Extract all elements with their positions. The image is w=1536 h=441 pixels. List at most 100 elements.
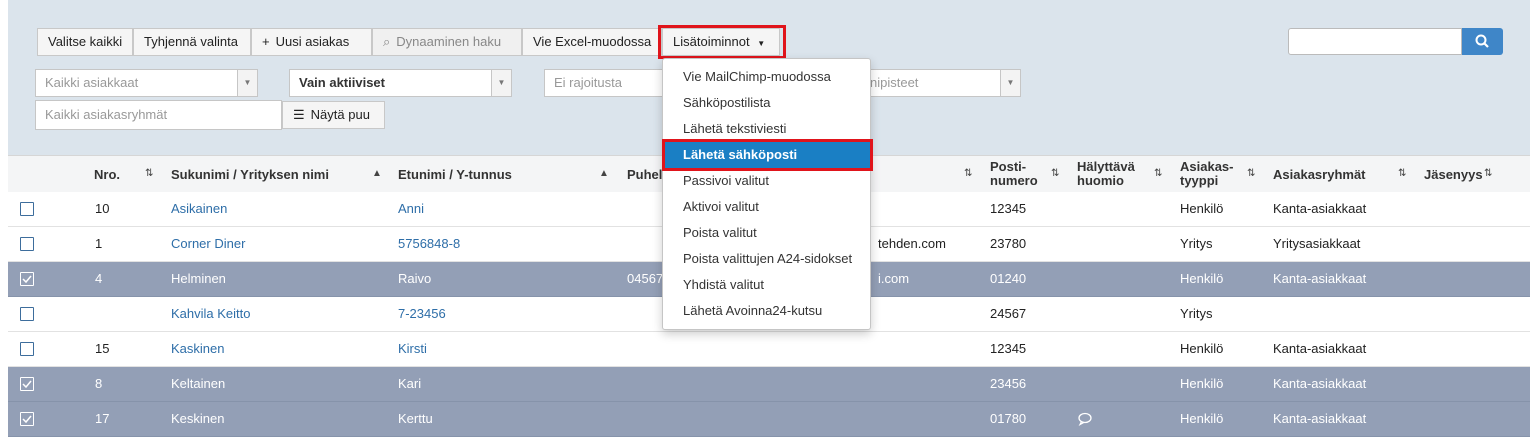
sort-icon[interactable]: ⇅ (1247, 168, 1255, 179)
row-checkbox-checked[interactable] (20, 272, 34, 286)
more-actions-dropdown: Vie MailChimp-muodossa Sähköpostilista L… (662, 58, 871, 330)
check-icon (22, 380, 32, 389)
cell-nro: 15 (95, 341, 110, 356)
sort-asc-icon[interactable]: ▲ (599, 168, 609, 179)
cell-surname-link[interactable]: Keskinen (171, 402, 224, 436)
customers-filter-value: Kaikki asiakkaat (45, 75, 139, 90)
menu-item-remove-a24-links[interactable]: Poista valittujen A24-sidokset (663, 246, 870, 272)
cell-nro: 1 (95, 236, 103, 251)
cell-postal: 12345 (990, 341, 1027, 356)
cell-type: Henkilö (1180, 411, 1224, 426)
send-email-highlight (662, 139, 873, 171)
row-checkbox-checked[interactable] (20, 412, 34, 426)
cell-type: Henkilö (1180, 271, 1224, 286)
cell-firstname-link[interactable]: 7-23456 (398, 297, 446, 331)
dynamic-search-button[interactable]: ⌕ Dynaaminen haku (372, 28, 522, 56)
sort-icon[interactable]: ⇅ (964, 168, 972, 179)
list-icon: ☰ (293, 107, 305, 122)
excel-export-button[interactable]: Vie Excel-muodossa (522, 28, 662, 56)
header-groups[interactable]: Asiakasryhmät (1273, 168, 1366, 182)
sort-asc-icon[interactable]: ▲ (372, 168, 382, 179)
row-checkbox[interactable] (20, 237, 34, 251)
header-alert[interactable]: Hälyttävä huomio (1077, 160, 1135, 188)
cell-postal: 24567 (990, 306, 1027, 321)
sort-icon[interactable]: ⇅ (145, 168, 153, 179)
row-checkbox-checked[interactable] (20, 377, 34, 391)
cell-firstname-link[interactable]: 5756848-8 (398, 227, 460, 261)
cell-groups: Kanta-asiakkaat (1273, 201, 1367, 216)
cell-type: Henkilö (1180, 376, 1224, 391)
header-nro[interactable]: Nro. (94, 168, 120, 182)
menu-item-merge[interactable]: Yhdistä valitut (663, 272, 870, 298)
sort-icon[interactable]: ⇅ (1398, 168, 1406, 179)
clear-selection-button[interactable]: Tyhjennä valinta (133, 28, 251, 56)
points-filter-select[interactable]: nipisteet ▼ (860, 69, 1021, 97)
table-row-selected[interactable]: 8 Keltainen Kari 23456 Henkilö Kanta-asi… (8, 367, 1530, 402)
sort-icon[interactable]: ⇅ (1154, 168, 1162, 179)
restriction-filter-select[interactable]: Ei rajoitusta (544, 69, 674, 97)
row-checkbox[interactable] (20, 342, 34, 356)
customers-filter-select[interactable]: Kaikki asiakkaat ▼ (35, 69, 258, 97)
active-filter-value: Vain aktiiviset (299, 75, 385, 90)
header-type[interactable]: Asiakas-tyyppi (1180, 160, 1233, 188)
search-button[interactable] (1462, 28, 1503, 55)
menu-item-mailchimp[interactable]: Vie MailChimp-muodossa (663, 64, 870, 90)
cell-type: Henkilö (1180, 341, 1224, 356)
check-icon (22, 415, 32, 424)
cell-nro: 4 (95, 271, 103, 286)
cell-surname-link[interactable]: Kaskinen (171, 332, 224, 366)
restriction-filter-value: Ei rajoitusta (554, 75, 622, 90)
header-surname[interactable]: Sukunimi / Yrityksen nimi (171, 168, 329, 182)
header-postal-line2: numero (990, 173, 1038, 188)
cell-postal: 23780 (990, 236, 1027, 251)
menu-item-send-invite[interactable]: Lähetä Avoinna24-kutsu (663, 298, 870, 324)
cell-postal: 01240 (990, 271, 1027, 286)
more-actions-highlight (658, 25, 786, 59)
new-customer-label: Uusi asiakas (275, 34, 350, 49)
cell-groups: Yritysasiakkaat (1273, 236, 1361, 251)
dropdown-arrow-icon: ▼ (237, 70, 257, 96)
header-postal[interactable]: Posti-numero (990, 160, 1038, 188)
dropdown-arrow-icon: ▼ (1000, 70, 1020, 96)
cell-surname-link[interactable]: Helminen (171, 262, 226, 296)
dynamic-search-label: Dynaaminen haku (396, 34, 502, 49)
sort-icon[interactable]: ⇅ (1484, 168, 1492, 179)
header-alert-line2: huomio (1077, 173, 1124, 188)
search-input[interactable] (1288, 28, 1462, 55)
table-row-selected[interactable]: 17 Keskinen Kerttu 01780 Henkilö Kanta-a… (8, 402, 1530, 437)
cell-firstname-link[interactable]: Raivo (398, 262, 431, 296)
header-phone[interactable]: Puhel (627, 168, 662, 182)
comment-icon[interactable] (1077, 412, 1093, 429)
menu-item-delete[interactable]: Poista valitut (663, 220, 870, 246)
menu-item-deactivate[interactable]: Passivoi valitut (663, 168, 870, 194)
sort-icon[interactable]: ⇅ (1051, 168, 1059, 179)
cell-surname-link[interactable]: Corner Diner (171, 227, 245, 261)
cell-firstname-link[interactable]: Anni (398, 192, 424, 226)
cell-nro: 10 (95, 201, 110, 216)
cell-surname-link[interactable]: Keltainen (171, 367, 225, 401)
new-customer-button[interactable]: + Uusi asiakas (251, 28, 372, 56)
row-checkbox[interactable] (20, 307, 34, 321)
menu-item-activate[interactable]: Aktivoi valitut (663, 194, 870, 220)
active-filter-select[interactable]: Vain aktiiviset ▼ (289, 69, 512, 97)
cell-surname-link[interactable]: Asikainen (171, 192, 227, 226)
search-icon (1475, 34, 1489, 48)
customer-groups-input[interactable]: Kaikki asiakasryhmät (35, 100, 282, 130)
points-filter-value: nipisteet (870, 75, 919, 90)
cell-firstname-link[interactable]: Kirsti (398, 332, 427, 366)
table-row[interactable]: 15 Kaskinen Kirsti 12345 Henkilö Kanta-a… (8, 332, 1530, 367)
select-all-button[interactable]: Valitse kaikki (37, 28, 133, 56)
cell-surname-link[interactable]: Kahvila Keitto (171, 297, 251, 331)
cell-type: Henkilö (1180, 201, 1224, 216)
menu-item-email-list[interactable]: Sähköpostilista (663, 90, 870, 116)
cell-firstname-link[interactable]: Kerttu (398, 402, 433, 436)
header-membership[interactable]: Jäsenyys (1424, 168, 1483, 182)
cell-firstname-link[interactable]: Kari (398, 367, 421, 401)
cell-type: Yritys (1180, 236, 1213, 251)
header-firstname[interactable]: Etunimi / Y-tunnus (398, 168, 512, 182)
plus-icon: + (262, 34, 270, 49)
cell-groups: Kanta-asiakkaat (1273, 411, 1367, 426)
show-tree-button[interactable]: ☰ Näytä puu (282, 101, 385, 129)
header-postal-line1: Posti- (990, 159, 1027, 174)
row-checkbox[interactable] (20, 202, 34, 216)
